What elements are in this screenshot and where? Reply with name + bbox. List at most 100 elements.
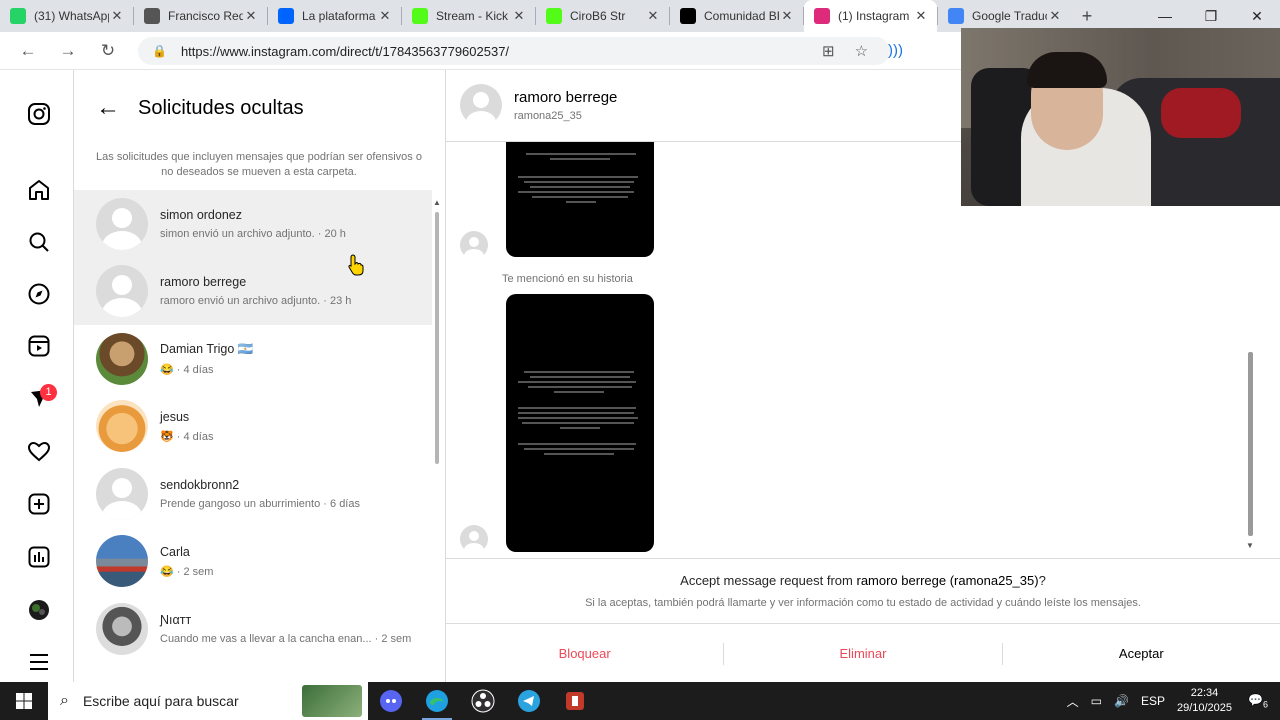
- story-mention-2[interactable]: [506, 294, 654, 552]
- notification-badge: 1: [40, 384, 57, 401]
- back-arrow-icon[interactable]: ←: [96, 94, 120, 122]
- request-text: sendokbronn2 Prende gangoso un aburrimien…: [160, 478, 360, 510]
- close-tab-icon[interactable]: ✕: [779, 8, 795, 24]
- browser-tab[interactable]: CiroB6 Str ✕: [536, 0, 669, 32]
- search-icon[interactable]: [27, 230, 51, 254]
- scroll-down-arrow-icon[interactable]: ▼: [1246, 541, 1254, 550]
- kick-icon: [412, 8, 428, 24]
- request-name: simon ordonez: [160, 207, 242, 222]
- request-list-item[interactable]: Ɲıαтт Cuando me vas a llevar a la cancha …: [74, 595, 432, 663]
- clock-date: 29/10/2025: [1176, 702, 1233, 714]
- heart-icon[interactable]: [27, 440, 51, 464]
- close-tab-icon[interactable]: ✕: [645, 8, 661, 24]
- discord-icon: [380, 690, 402, 712]
- discord-app[interactable]: [368, 682, 414, 720]
- chat-avatar[interactable]: [460, 84, 502, 126]
- request-suffix: ?: [1038, 573, 1046, 588]
- language-indicator[interactable]: ESP: [1141, 694, 1165, 708]
- new-tab-button[interactable]: +: [1071, 6, 1103, 27]
- request-list-item[interactable]: ramoro berrege ramoro envió un archivo ad…: [74, 257, 432, 325]
- network-icon[interactable]: ▭: [1091, 694, 1102, 708]
- tab-title: Comunidad BR: [704, 9, 779, 23]
- chat-contact-name[interactable]: ramoro berrege: [514, 89, 617, 106]
- request-name: jesus: [160, 409, 190, 424]
- panel-title: Solicitudes ocultas: [138, 96, 304, 119]
- request-preview-line: 😂 · 2 sem: [160, 565, 213, 578]
- favorite-star-icon[interactable]: ☆: [855, 42, 868, 60]
- close-tab-icon[interactable]: ✕: [377, 8, 393, 24]
- request-time: 4 días: [183, 363, 214, 376]
- scroll-up-arrow-icon[interactable]: ▲: [433, 198, 441, 207]
- tray-expand-icon[interactable]: ︿: [1067, 693, 1079, 710]
- panel-scrollbar[interactable]: [435, 212, 439, 464]
- request-text: ramoro berrege ramoro envió un archivo ad…: [160, 275, 351, 307]
- request-name: Carla: [160, 544, 190, 559]
- separator-dot: ·: [371, 632, 382, 645]
- close-tab-icon[interactable]: ✕: [1047, 8, 1063, 24]
- block-button[interactable]: Bloquear: [446, 624, 723, 683]
- back-button[interactable]: ←: [8, 41, 48, 61]
- tab-title: (1) Instagram -: [838, 9, 913, 23]
- close-tab-icon[interactable]: ✕: [913, 8, 929, 24]
- telegram-icon: [518, 690, 540, 712]
- windows-taskbar: ⌕ Escribe aquí para buscar ︿ ▭ 🔊 ESP 22:…: [0, 682, 1280, 720]
- close-tab-icon[interactable]: ✕: [109, 8, 125, 24]
- explore-icon[interactable]: [27, 282, 51, 306]
- avatar: [96, 467, 148, 520]
- request-list-item[interactable]: jesus 🐯 · 4 días: [74, 393, 432, 461]
- tab-title: Google Traduct: [972, 9, 1047, 23]
- telegram-app[interactable]: [506, 682, 552, 720]
- separator-dot: ·: [320, 295, 330, 308]
- reels-icon[interactable]: [27, 334, 51, 358]
- story-mention-1[interactable]: [506, 142, 654, 257]
- chat-scrollbar[interactable]: [1248, 352, 1253, 536]
- avatar: [96, 332, 148, 385]
- paramount-icon: [278, 8, 294, 24]
- dashboard-icon[interactable]: [27, 545, 51, 569]
- avatar: [96, 535, 148, 588]
- browser-tab[interactable]: Francisco Redo✕: [134, 0, 267, 32]
- accept-button[interactable]: Aceptar: [1003, 624, 1280, 683]
- read-aloud-icon[interactable]: ))): [888, 42, 903, 60]
- create-icon[interactable]: [27, 492, 51, 516]
- edge-app[interactable]: [414, 682, 460, 720]
- profile-avatar-icon[interactable]: [27, 598, 51, 622]
- more-menu-icon[interactable]: [27, 650, 51, 674]
- close-tab-icon[interactable]: ✕: [511, 8, 527, 24]
- clock[interactable]: 22:34 29/10/2025: [1177, 686, 1232, 716]
- windows-logo-icon: [16, 693, 32, 709]
- browser-tab[interactable]: La plataforma c ✕: [268, 0, 401, 32]
- chat-contact-username: ramona25_35: [514, 110, 582, 122]
- browser-tab[interactable]: Comunidad BR ✕: [670, 0, 803, 32]
- browser-tab[interactable]: (31) WhatsApp ✕: [0, 0, 133, 32]
- forward-button[interactable]: →: [48, 41, 88, 61]
- home-icon[interactable]: [27, 178, 51, 202]
- panel-header: ← Solicitudes ocultas: [96, 94, 304, 122]
- streaming-app[interactable]: [552, 682, 598, 720]
- request-list-item[interactable]: sendokbronn2 Prende gangoso un aburrimien…: [74, 460, 432, 528]
- instagram-logo-icon[interactable]: [27, 102, 51, 126]
- address-bar[interactable]: 🔒 https://www.instagram.com/direct/t/178…: [138, 37, 890, 65]
- avatar: [96, 197, 148, 250]
- request-time: 20 h: [324, 227, 346, 240]
- delete-button[interactable]: Eliminar: [724, 624, 1001, 683]
- volume-icon[interactable]: 🔊: [1114, 694, 1129, 708]
- taskbar-search[interactable]: ⌕ Escribe aquí para buscar: [48, 682, 368, 720]
- start-button[interactable]: [0, 682, 48, 720]
- request-list-item[interactable]: Damian Trigo 🇦🇷 😂 · 4 días: [74, 325, 432, 393]
- request-preview-line: 😂 · 4 días: [160, 363, 253, 376]
- request-list-item[interactable]: simon ordonez simon envió un archivo adju…: [74, 190, 432, 258]
- request-name: sendokbronn2: [160, 477, 240, 492]
- reload-button[interactable]: ↻: [88, 41, 128, 61]
- request-list-item[interactable]: Carla 😂 · 2 sem: [74, 528, 432, 596]
- request-text: Ɲıαтт Cuando me vas a llevar a la cancha …: [160, 613, 411, 645]
- browser-tab[interactable]: (1) Instagram - ✕: [804, 0, 937, 32]
- obs-app[interactable]: [460, 682, 506, 720]
- lock-icon: 🔒: [152, 44, 167, 58]
- apps-icon[interactable]: ⊞: [822, 42, 835, 60]
- request-list: simon ordonez simon envió un archivo adju…: [74, 190, 432, 663]
- browser-tab[interactable]: Stream - Kick D✕: [402, 0, 535, 32]
- notification-center-icon[interactable]: 💬6: [1248, 693, 1268, 709]
- close-tab-icon[interactable]: ✕: [243, 8, 259, 24]
- request-actions: Bloquear Eliminar Aceptar: [446, 623, 1280, 683]
